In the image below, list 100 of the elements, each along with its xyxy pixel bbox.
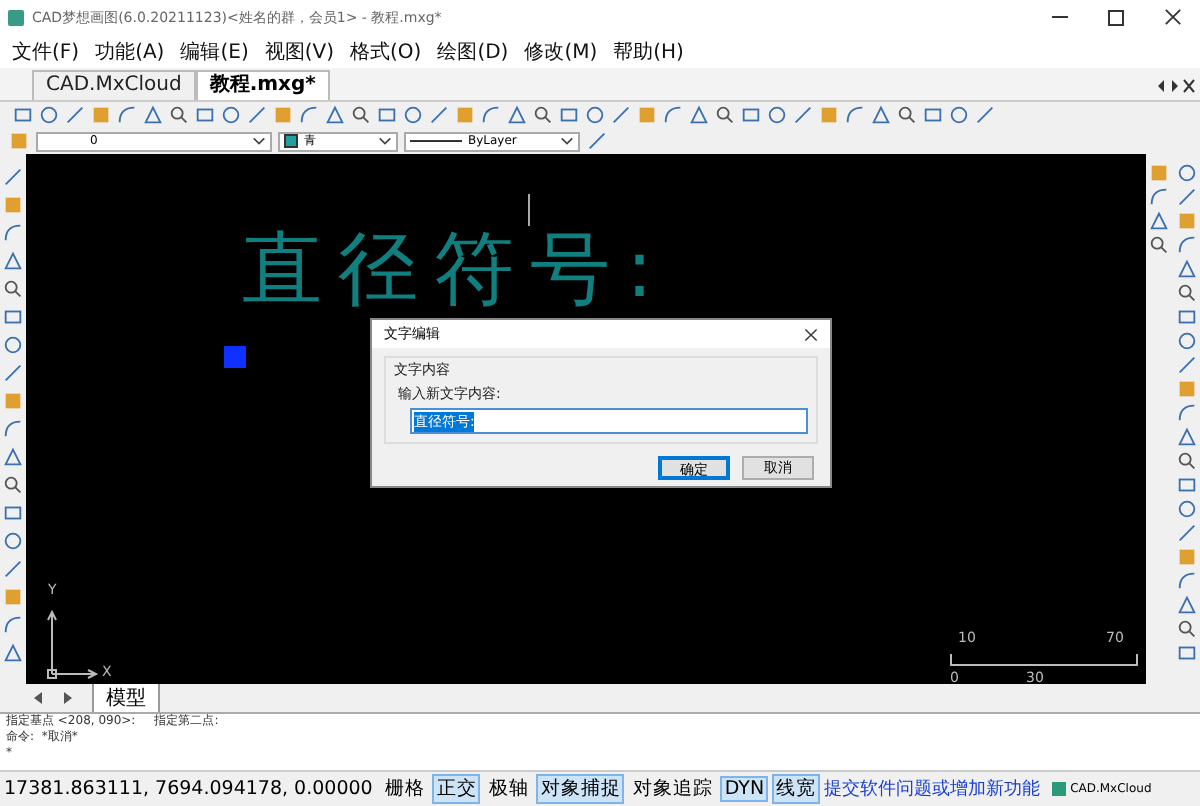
- caret-icon: [560, 136, 574, 146]
- line-icon[interactable]: [246, 104, 268, 126]
- circle-icon[interactable]: [2, 334, 24, 356]
- arc-icon[interactable]: [662, 104, 684, 126]
- magnifier-icon[interactable]: [168, 104, 190, 126]
- arc-icon[interactable]: [1148, 186, 1170, 208]
- menu-item[interactable]: 文件(F): [12, 37, 80, 65]
- circle-icon[interactable]: [1176, 330, 1198, 352]
- menu-item[interactable]: 编辑(E): [180, 37, 249, 65]
- status-toggle[interactable]: 正交: [432, 774, 481, 804]
- line-icon[interactable]: [1176, 354, 1198, 376]
- rectangle-icon[interactable]: [2, 306, 24, 328]
- circle-icon[interactable]: [1176, 498, 1198, 520]
- document-tab[interactable]: 教程.mxg*: [195, 70, 330, 100]
- arc-icon[interactable]: [844, 104, 866, 126]
- rectangle-icon[interactable]: [1176, 306, 1198, 328]
- magnifier-icon[interactable]: [1148, 234, 1170, 256]
- circle-icon[interactable]: [402, 104, 424, 126]
- color-swatch: [284, 134, 298, 148]
- rectangle-icon[interactable]: [1176, 474, 1198, 496]
- line-icon[interactable]: [428, 104, 450, 126]
- circle-icon[interactable]: [1176, 162, 1198, 184]
- drawing-text: 直径符号:: [242, 230, 669, 310]
- rectangle-icon[interactable]: [558, 104, 580, 126]
- tab-navigation-icon[interactable]: [32, 690, 76, 706]
- document-tab[interactable]: CAD.MxCloud: [32, 70, 196, 100]
- line-icon[interactable]: [1176, 522, 1198, 544]
- menu-item[interactable]: 绘图(D): [437, 37, 509, 65]
- tab-scroll-icon[interactable]: [1156, 78, 1196, 94]
- triangle-icon[interactable]: [870, 104, 892, 126]
- arc-icon[interactable]: [298, 104, 320, 126]
- status-toggle[interactable]: DYN: [720, 776, 769, 802]
- arc-icon[interactable]: [1176, 402, 1198, 424]
- line-icon[interactable]: [64, 104, 86, 126]
- rectangle-icon[interactable]: [1176, 642, 1198, 664]
- magnifier-icon[interactable]: [2, 474, 24, 496]
- caret-icon: [252, 136, 266, 146]
- grip-handle[interactable]: [224, 346, 246, 368]
- magnifier-icon[interactable]: [2, 278, 24, 300]
- magnifier-icon[interactable]: [532, 104, 554, 126]
- triangle-icon[interactable]: [2, 642, 24, 664]
- arc-icon[interactable]: [2, 222, 24, 244]
- line-icon[interactable]: [2, 166, 24, 188]
- triangle-icon[interactable]: [1176, 594, 1198, 616]
- app-icon: [8, 9, 24, 25]
- magnifier-icon[interactable]: [714, 104, 736, 126]
- line-icon[interactable]: [974, 104, 996, 126]
- menu-item[interactable]: 功能(A): [95, 37, 165, 65]
- circle-icon[interactable]: [2, 530, 24, 552]
- magnifier-icon[interactable]: [1176, 618, 1198, 640]
- menu-item[interactable]: 修改(M): [524, 37, 598, 65]
- close-icon[interactable]: [804, 327, 818, 341]
- status-toggle[interactable]: 栅格: [380, 774, 429, 804]
- triangle-icon[interactable]: [1148, 210, 1170, 232]
- line-icon[interactable]: [610, 104, 632, 126]
- triangle-icon[interactable]: [1176, 258, 1198, 280]
- menu-item[interactable]: 帮助(H): [613, 37, 684, 65]
- menu-item[interactable]: 格式(O): [350, 37, 422, 65]
- circle-icon[interactable]: [220, 104, 242, 126]
- rectangle-icon[interactable]: [194, 104, 216, 126]
- status-toggle[interactable]: 极轴: [484, 774, 533, 804]
- arc-icon[interactable]: [116, 104, 138, 126]
- triangle-icon[interactable]: [2, 250, 24, 272]
- triangle-icon[interactable]: [2, 446, 24, 468]
- caret-icon: [378, 136, 392, 146]
- rectangle-icon[interactable]: [740, 104, 762, 126]
- rectangle-icon[interactable]: [2, 502, 24, 524]
- line-icon[interactable]: [2, 362, 24, 384]
- close-icon[interactable]: [1163, 8, 1181, 26]
- layout-tab[interactable]: 模型: [92, 683, 160, 713]
- rectangle-icon[interactable]: [12, 104, 34, 126]
- circle-icon[interactable]: [38, 104, 60, 126]
- circle-icon[interactable]: [766, 104, 788, 126]
- arc-icon[interactable]: [480, 104, 502, 126]
- arc-icon[interactable]: [2, 418, 24, 440]
- arc-icon[interactable]: [1176, 234, 1198, 256]
- circle-icon[interactable]: [584, 104, 606, 126]
- feedback-link[interactable]: 提交软件问题或增加新功能: [824, 776, 1041, 802]
- triangle-icon[interactable]: [1176, 426, 1198, 448]
- magnifier-icon[interactable]: [896, 104, 918, 126]
- triangle-icon[interactable]: [688, 104, 710, 126]
- circle-icon[interactable]: [948, 104, 970, 126]
- menu-item[interactable]: 视图(V): [264, 37, 334, 65]
- rectangle-icon[interactable]: [922, 104, 944, 126]
- magnifier-icon[interactable]: [350, 104, 372, 126]
- arc-icon[interactable]: [2, 614, 24, 636]
- line-icon[interactable]: [586, 130, 608, 152]
- triangle-icon[interactable]: [324, 104, 346, 126]
- magnifier-icon[interactable]: [1176, 450, 1198, 472]
- line-icon[interactable]: [2, 558, 24, 580]
- arc-icon[interactable]: [1176, 570, 1198, 592]
- triangle-icon[interactable]: [506, 104, 528, 126]
- rectangle-icon[interactable]: [376, 104, 398, 126]
- magnifier-icon[interactable]: [1176, 282, 1198, 304]
- line-icon[interactable]: [792, 104, 814, 126]
- status-toggle[interactable]: 线宽: [772, 774, 821, 804]
- line-icon[interactable]: [1176, 186, 1198, 208]
- status-toggle[interactable]: 对象追踪: [628, 774, 717, 804]
- status-toggle[interactable]: 对象捕捉: [536, 774, 625, 804]
- triangle-icon[interactable]: [142, 104, 164, 126]
